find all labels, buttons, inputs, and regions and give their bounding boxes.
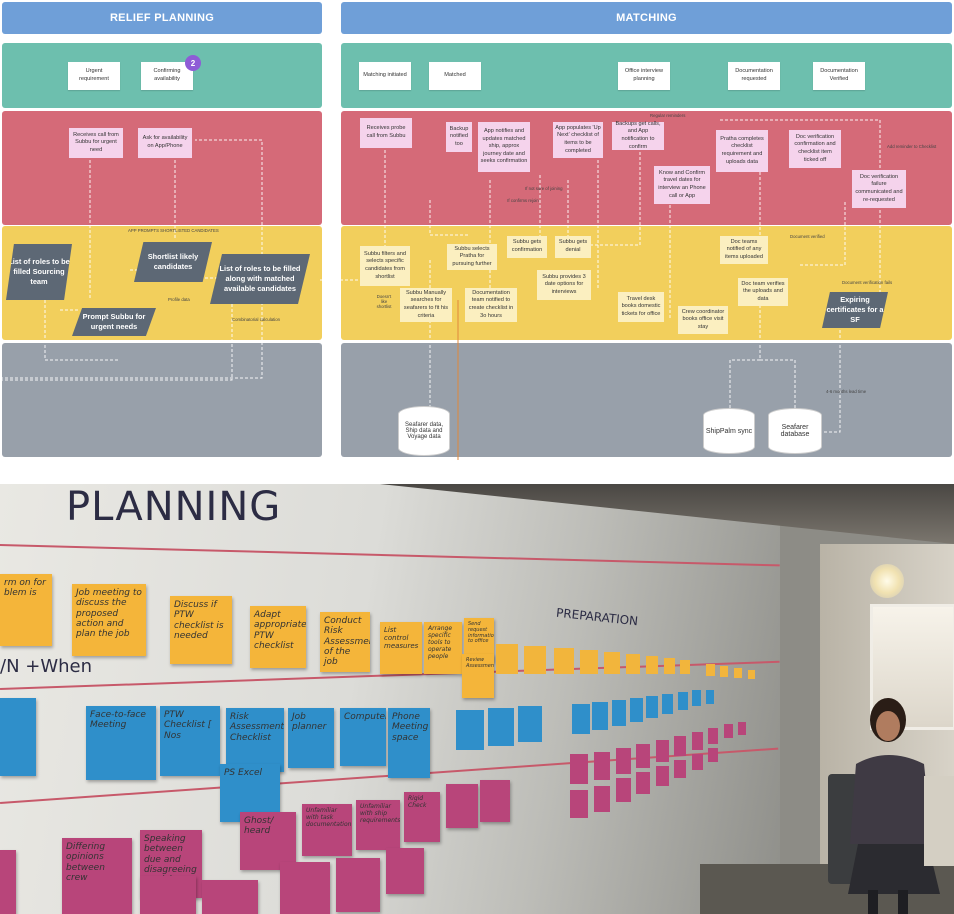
- note-regular-reminders: Regular reminders: [650, 113, 686, 118]
- sticky-note-magenta: [446, 784, 478, 828]
- doc-teams-notified-card: Doc teams notified of any items uploaded: [720, 236, 768, 264]
- whiteboard-photo: PLANNING /N +When PREPARATION rm on for …: [0, 484, 954, 914]
- note-document-fails: Document verification fails: [842, 280, 893, 285]
- sticky-note-magenta: [202, 880, 258, 914]
- pratha-completes-card: Pratha completes checklist requirement a…: [716, 130, 768, 172]
- app-populates-card: App populates 'Up Next' checklist of ite…: [553, 122, 603, 158]
- note-doesnt-like: Doesn't like shortlist: [376, 294, 392, 309]
- list-matched-roles-card: List of roles to be filled along with ma…: [210, 254, 310, 304]
- sticky-note-magenta: [480, 780, 510, 822]
- sticky-note-orange: Conduct Risk Assessment of the job: [320, 612, 370, 672]
- milestone-matching-initiated: Matching initiated: [359, 62, 411, 90]
- subbu-filters-card: Subbu filters and selects specific candi…: [360, 246, 410, 286]
- sticky-note-blue: Computer: [340, 708, 386, 766]
- subbu-selects-card: Subbu selects Pratha for pursuing furthe…: [447, 244, 497, 270]
- expiring-certificates-card: Expiring certificates for a SF: [822, 292, 888, 328]
- subbu-manual-search-card: Subbu Manually searches for seafarers to…: [400, 288, 452, 322]
- subbu-date-options-card: Subbu provides 3 date options for interv…: [537, 270, 591, 300]
- travel-desk-card: Travel desk books domestic tickets for o…: [618, 292, 664, 322]
- sticky-note-orange: List control measures: [380, 622, 422, 674]
- sticky-note-magenta: Unfamiliar with task documentation: [302, 804, 352, 856]
- backups-calls-card: Backups get calls, and App notification …: [612, 121, 664, 150]
- seafarer-data-database-icon: Seafarer data, Ship data and Voyage data: [398, 406, 450, 456]
- note-combinatorial: Combinatorial calculation: [232, 317, 281, 322]
- sticky-note-blue: Job planner: [288, 708, 334, 768]
- sticky-note-magenta: [140, 876, 196, 914]
- doc-verification-failure-card: Doc verification failure communicated an…: [852, 170, 906, 208]
- milestone-documentation-requested: Documentation requested: [728, 62, 780, 90]
- sticky-note-orange: Adapt appropriate PTW checklist: [250, 606, 306, 668]
- sticky-note-magenta: [386, 848, 424, 894]
- sticky-note-orange: Arrange specific tools to operate people: [424, 622, 462, 674]
- sticky-note-blue: Face-to-face Meeting: [86, 706, 156, 780]
- sticky-note-orange: Job meeting to discuss the proposed acti…: [72, 584, 146, 656]
- milestone-office-interview: Office interview planning: [618, 62, 670, 90]
- sticky-note-blue: Risk Assessment Checklist: [226, 708, 284, 772]
- sticky-note-magenta: Differing opinions between crew: [62, 838, 132, 914]
- sticky-note-blue: PTW Checklist [ Nos: [160, 706, 220, 776]
- sticky-note-magenta: Unfamiliar with ship requirements: [356, 800, 400, 850]
- seafarer-database-icon: Seafarer database: [768, 408, 822, 454]
- planning-heading: PLANNING: [66, 484, 282, 530]
- sticky-note-blue: [0, 698, 36, 776]
- sticky-note-magenta: [0, 850, 16, 914]
- know-confirm-travel-card: Know and Confirm travel dates for interv…: [654, 166, 710, 204]
- note-not-sure: If not sure of joining: [525, 186, 563, 191]
- sticky-note-magenta: [280, 862, 330, 914]
- receives-call-card: Receives call from Subbu for urgent need: [69, 128, 123, 158]
- shortlist-candidates-card: Shortlist likely candidates: [134, 242, 212, 282]
- ceiling-light: [870, 564, 904, 598]
- shippalm-sync-database-icon: ShipPalm sync: [703, 408, 755, 454]
- documentation-team-card: Documentation team notified to create ch…: [465, 288, 517, 322]
- yn-when-note: /N +When: [0, 656, 93, 677]
- note-add-reminder: Add reminder to Checklist: [887, 144, 937, 149]
- crew-coordinator-card: Crew coordinator books office visit stay: [678, 306, 728, 334]
- note-document-verified: Document verified: [790, 234, 825, 239]
- note-lead-time: 4-6 months lead time: [826, 389, 867, 394]
- doc-verification-confirm-card: Doc verification confirmation and checkl…: [789, 130, 841, 168]
- sticky-note-blue: Phone Meeting space: [388, 708, 430, 778]
- note-if-confirms: If confirms rejoin: [507, 198, 539, 203]
- sticky-note-magenta: Rigid Check: [404, 792, 440, 842]
- subbu-denial-card: Subbu gets denial: [555, 236, 591, 258]
- milestone-matched: Matched: [429, 62, 481, 90]
- distant-magenta-notes: [570, 722, 746, 818]
- list-of-roles-card: List of roles to be filled Sourcing team: [6, 244, 72, 300]
- sticky-note-magenta: [336, 858, 380, 912]
- note-profile-data: Profile data: [168, 297, 190, 302]
- note-app-prompts: APP PROMPTS SHORTLISTED CANDIDATES: [128, 228, 219, 233]
- sticky-note-orange: rm on for blem is: [0, 574, 52, 646]
- app-notifies-card: App notifies and updates matched ship, a…: [478, 122, 530, 172]
- receives-probe-card: Receives probe call from Subbu: [360, 118, 412, 148]
- milestone-urgent-requirement: Urgent requirement: [68, 62, 120, 90]
- ask-availability-card: Ask for availability on App/Phone: [138, 128, 192, 158]
- subbu-confirmation-card: Subbu gets confirmation: [507, 236, 547, 258]
- sticky-note-orange: Discuss if PTW checklist is needed: [170, 596, 232, 664]
- milestone-documentation-verified: Documentation Verified: [813, 62, 865, 90]
- doc-team-verifies-card: Doc team verifies the uploads and data: [738, 278, 788, 306]
- backup-notified-card: Backup notified too: [446, 122, 472, 152]
- step-count-badge: 2: [185, 55, 201, 71]
- prompt-subbu-card: Prompt Subbu for urgent needs: [72, 308, 156, 336]
- person-seated: [828, 698, 954, 914]
